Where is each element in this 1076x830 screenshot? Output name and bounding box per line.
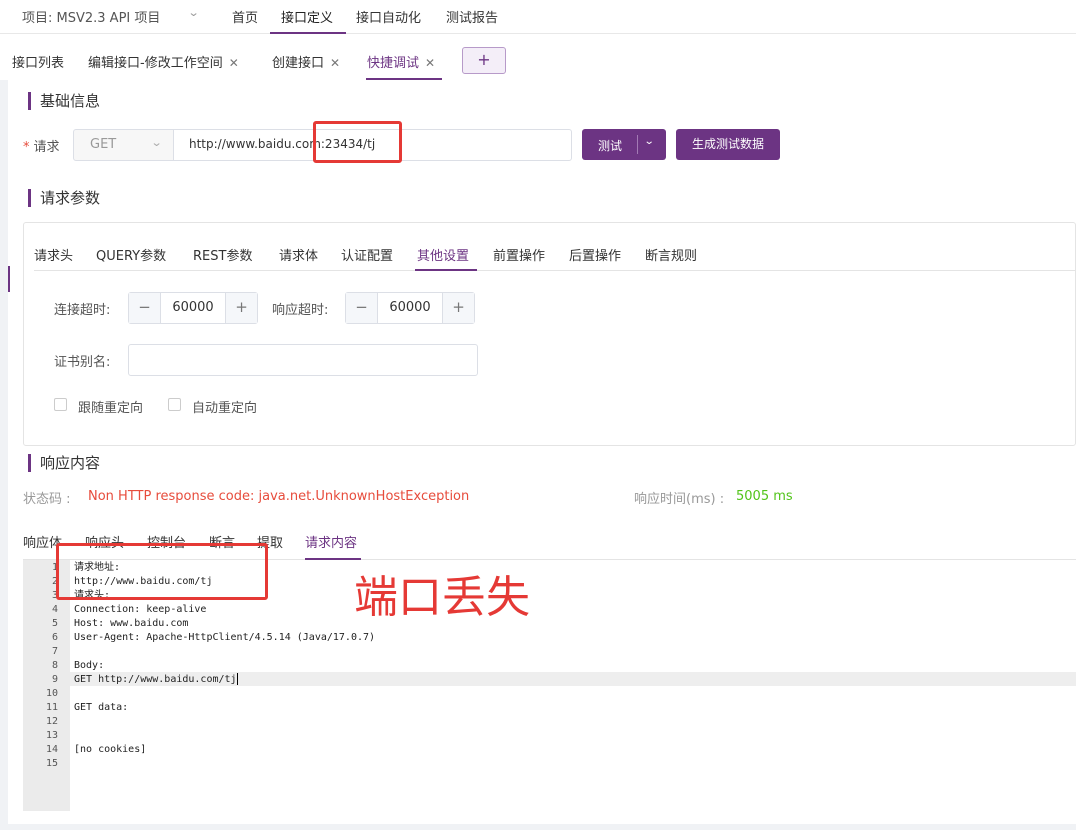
connect-timeout-label: 连接超时: bbox=[54, 303, 111, 318]
request-label: * 请求 bbox=[23, 140, 60, 155]
response-timeout-stepper: − 60000 + bbox=[345, 292, 475, 324]
close-icon[interactable]: ✕ bbox=[425, 56, 435, 70]
tab-label: 创建接口 bbox=[272, 56, 325, 71]
tab-label: 快捷调试 bbox=[367, 56, 420, 71]
line-number: 5 bbox=[51, 618, 58, 629]
param-tab-body[interactable]: 请求体 bbox=[279, 245, 318, 264]
response-timeout-label: 响应超时: bbox=[272, 303, 329, 318]
param-tab-active-indicator bbox=[415, 269, 477, 271]
tab-edit-api[interactable]: 编辑接口-修改工作空间 ✕ bbox=[88, 52, 239, 71]
nav-api-definition[interactable]: 接口定义 bbox=[281, 7, 333, 26]
annotation-box-request-url bbox=[56, 543, 268, 600]
line-number: 3 bbox=[51, 590, 58, 601]
button-divider bbox=[637, 135, 638, 154]
line-number: 13 bbox=[45, 730, 58, 741]
param-tab-other-settings[interactable]: 其他设置 bbox=[417, 245, 469, 264]
response-time-value: 5005 ms bbox=[736, 489, 793, 504]
section-request-params: 请求参数 bbox=[28, 189, 100, 207]
line-number: 4 bbox=[51, 604, 58, 615]
resp-tab-request-content[interactable]: 请求内容 bbox=[305, 532, 357, 551]
line-number: 10 bbox=[45, 688, 58, 699]
chevron-down-icon[interactable]: ⌄ bbox=[188, 6, 200, 19]
close-icon[interactable]: ✕ bbox=[330, 56, 340, 70]
response-timeout-value[interactable]: 60000 bbox=[378, 300, 442, 315]
line-number: 14 bbox=[45, 744, 58, 755]
follow-redirect-checkbox[interactable] bbox=[54, 398, 67, 411]
chevron-down-icon: ⌄ bbox=[150, 136, 163, 149]
line-number: 1 bbox=[51, 562, 58, 573]
param-tabs-divider bbox=[34, 270, 1076, 271]
cert-alias-input[interactable] bbox=[128, 344, 478, 376]
follow-redirect-label[interactable]: 跟随重定向 bbox=[78, 397, 143, 416]
line-number: 9 bbox=[51, 674, 58, 685]
param-tab-pre-script[interactable]: 前置操作 bbox=[493, 245, 545, 264]
code-line: [no cookies] bbox=[74, 744, 147, 755]
left-rail bbox=[8, 266, 10, 292]
param-tab-auth[interactable]: 认证配置 bbox=[341, 245, 393, 264]
tab-create-api[interactable]: 创建接口 ✕ bbox=[272, 52, 340, 71]
connect-timeout-stepper: − 60000 + bbox=[128, 292, 258, 324]
line-number: 2 bbox=[51, 576, 58, 587]
cert-alias-label: 证书别名: bbox=[54, 355, 111, 370]
line-number: 7 bbox=[51, 646, 58, 657]
auto-redirect-label[interactable]: 自动重定向 bbox=[192, 397, 257, 416]
param-tab-post-script[interactable]: 后置操作 bbox=[569, 245, 621, 264]
tab-quick-debug[interactable]: 快捷调试 ✕ bbox=[367, 52, 435, 71]
increment-button[interactable]: + bbox=[225, 293, 257, 323]
add-tab-button[interactable]: + bbox=[462, 47, 506, 74]
line-number: 11 bbox=[45, 702, 58, 713]
nav-home[interactable]: 首页 bbox=[232, 7, 258, 26]
increment-button[interactable]: + bbox=[442, 293, 474, 323]
line-number: 15 bbox=[45, 758, 58, 769]
nav-test-report[interactable]: 测试报告 bbox=[446, 7, 498, 26]
response-time-label: 响应时间(ms) : bbox=[634, 492, 725, 507]
param-tab-rest[interactable]: REST参数 bbox=[193, 245, 252, 264]
param-tab-assertions[interactable]: 断言规则 bbox=[645, 245, 697, 264]
chevron-down-icon[interactable]: ⌄ bbox=[644, 136, 655, 147]
code-line: Connection: keep-alive bbox=[74, 604, 207, 615]
decrement-button[interactable]: − bbox=[346, 293, 378, 323]
param-tab-headers[interactable]: 请求头 bbox=[34, 245, 73, 264]
line-number: 6 bbox=[51, 632, 58, 643]
test-button-label: 测试 bbox=[598, 139, 623, 153]
text-cursor bbox=[236, 673, 238, 685]
tab-bar: 接口列表 编辑接口-修改工作空间 ✕ 创建接口 ✕ 快捷调试 ✕ + bbox=[0, 34, 1076, 80]
annotation-text: 端口丢失 bbox=[354, 572, 530, 623]
params-card bbox=[23, 222, 1076, 446]
line-number: 8 bbox=[51, 660, 58, 671]
method-value: GET bbox=[90, 137, 117, 152]
project-selector[interactable]: 项目: MSV2.3 API 项目 bbox=[22, 7, 160, 26]
code-line: GET http://www.baidu.com/tj bbox=[74, 673, 238, 685]
tab-label: 接口列表 bbox=[12, 56, 65, 71]
annotation-box-url-port bbox=[313, 121, 402, 163]
auto-redirect-checkbox[interactable] bbox=[168, 398, 181, 411]
method-select[interactable]: GET ⌄ bbox=[73, 129, 174, 161]
decrement-button[interactable]: − bbox=[129, 293, 161, 323]
tab-api-list[interactable]: 接口列表 bbox=[12, 52, 64, 71]
code-line: Host: www.baidu.com bbox=[74, 618, 189, 629]
test-button[interactable]: 测试 ⌄ bbox=[582, 129, 666, 160]
status-code-value: Non HTTP response code: java.net.Unknown… bbox=[88, 489, 470, 504]
close-icon[interactable]: ✕ bbox=[229, 56, 239, 70]
top-nav: 项目: MSV2.3 API 项目 ⌄ 首页 接口定义 接口自动化 测试报告 bbox=[0, 0, 1076, 34]
line-number: 12 bbox=[45, 716, 58, 727]
nav-api-automation[interactable]: 接口自动化 bbox=[356, 7, 421, 26]
section-response: 响应内容 bbox=[28, 454, 100, 472]
code-line: User-Agent: Apache-HttpClient/4.5.14 (Ja… bbox=[74, 632, 376, 643]
request-label-text: 请求 bbox=[33, 140, 60, 155]
tab-label: 编辑接口-修改工作空间 bbox=[88, 56, 223, 71]
code-line: Body: bbox=[74, 660, 105, 671]
generate-test-data-button[interactable]: 生成测试数据 bbox=[676, 129, 780, 160]
connect-timeout-value[interactable]: 60000 bbox=[161, 300, 225, 315]
param-tab-query[interactable]: QUERY参数 bbox=[96, 245, 166, 264]
code-line: GET data: bbox=[74, 702, 129, 713]
section-basic-info: 基础信息 bbox=[28, 92, 100, 110]
status-code-label: 状态码 : bbox=[23, 492, 71, 507]
